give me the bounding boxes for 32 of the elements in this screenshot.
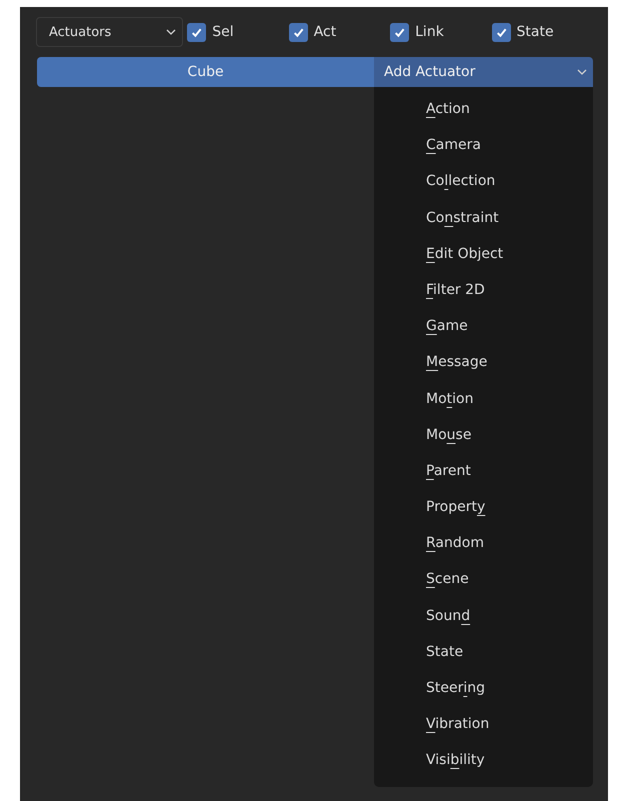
menu-item[interactable]: Camera: [426, 127, 481, 164]
menu-item[interactable]: Steering: [426, 670, 486, 706]
object-button[interactable]: Cube: [37, 57, 374, 87]
menu-item[interactable]: Collection: [426, 163, 496, 200]
menu-item[interactable]: Game: [426, 308, 468, 344]
menu-item[interactable]: Edit Object: [426, 236, 504, 272]
menu-item[interactable]: Mouse: [426, 416, 472, 453]
menu-item[interactable]: Property: [426, 489, 486, 526]
menu-item[interactable]: State: [426, 634, 464, 670]
chevron-icon: [577, 69, 587, 75]
menu-item[interactable]: Scene: [426, 561, 469, 598]
checkbox[interactable]: [187, 22, 206, 42]
checkbox-label[interactable]: Act: [314, 24, 336, 40]
menu-item[interactable]: Motion: [426, 380, 474, 417]
checkbox-label[interactable]: Sel: [212, 24, 234, 40]
menu-item[interactable]: Sound: [426, 598, 470, 634]
checkbox-label[interactable]: State: [516, 24, 554, 40]
menu-item[interactable]: Visibility: [426, 742, 485, 779]
menu-item[interactable]: Action: [426, 91, 470, 128]
add-actuator-dropdown[interactable]: Add Actuator: [374, 57, 593, 87]
chevron-icon: [166, 29, 176, 35]
menu-item[interactable]: Parent: [426, 452, 471, 490]
menu-item[interactable]: Filter 2D: [426, 272, 485, 308]
menu-item[interactable]: Message: [426, 344, 488, 380]
menu-item[interactable]: Vibration: [426, 706, 490, 742]
mode-dropdown[interactable]: Actuators: [36, 17, 184, 47]
checkbox-label[interactable]: Link: [415, 24, 444, 40]
checkbox[interactable]: [390, 22, 410, 42]
checkbox[interactable]: [288, 22, 308, 42]
menu-item[interactable]: Random: [426, 525, 484, 562]
checkbox[interactable]: [492, 22, 511, 42]
menu-item[interactable]: Constraint: [426, 200, 499, 236]
